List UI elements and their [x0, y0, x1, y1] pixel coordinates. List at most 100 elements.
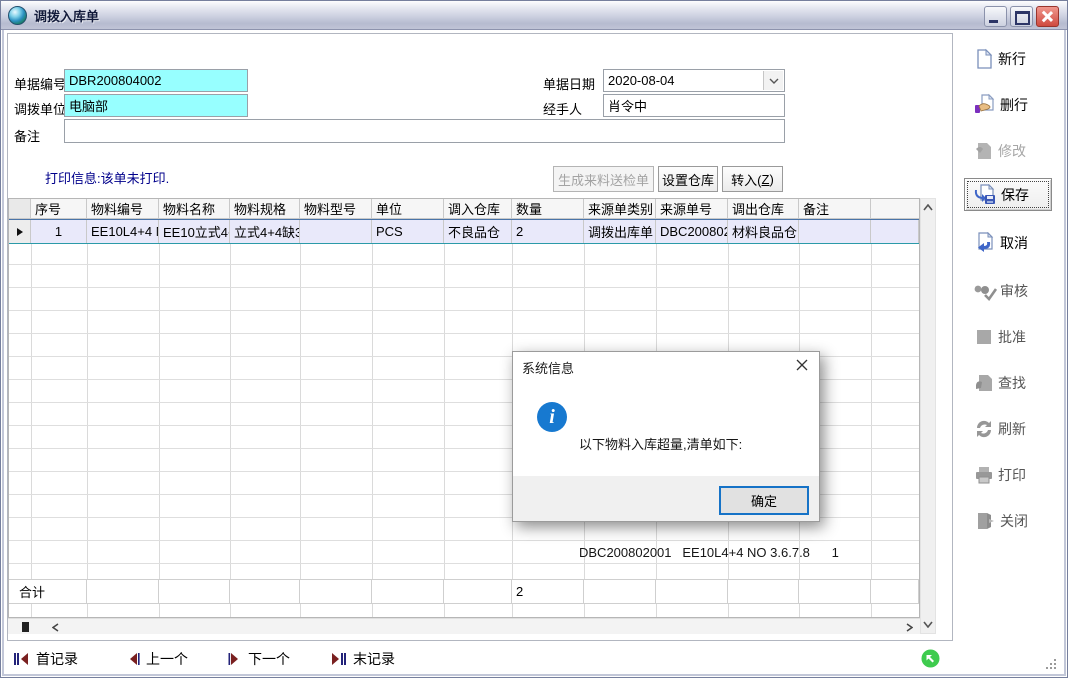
audit-icon	[973, 280, 997, 302]
title-bar[interactable]: 调拨入库单	[1, 1, 1067, 30]
current-row-arrow-icon	[17, 228, 23, 236]
col-header-source-no[interactable]: 来源单号	[656, 199, 728, 219]
toolbar-cancel-label: 取消	[1000, 233, 1028, 253]
doc-no-label: 单据编号	[14, 74, 66, 93]
grid-vertical-scrollbar[interactable]	[920, 198, 936, 634]
grid-selected-row[interactable]: 1 EE10L4+4 N EE10立式4+ 立式4+4缺3. PCS 不良品仓 …	[9, 219, 919, 244]
last-record-icon	[330, 652, 347, 666]
transfer-unit-field[interactable]: 电脑部	[64, 94, 248, 117]
handler-field[interactable]: 肖令中	[603, 94, 785, 117]
grid-header-row: 序号 物料编号 物料名称 物料规格 物料型号 单位 调入仓库 数量 来源单类别 …	[9, 199, 919, 219]
nav-first-label: 首记录	[36, 649, 78, 669]
cell-item-name: EE10立式4+	[159, 220, 230, 243]
toolbar-audit-button[interactable]: 审核	[964, 274, 1052, 308]
col-header-item-no[interactable]: 物料编号	[87, 199, 159, 219]
record-nav-bar: 首记录 上一个 下一个 末记录	[3, 645, 1065, 673]
minimize-icon	[989, 20, 998, 23]
col-header-seq[interactable]: 序号	[31, 199, 87, 219]
toolbar-delete-row-button[interactable]: 删行	[964, 88, 1052, 122]
scroll-up-icon[interactable]	[923, 204, 933, 211]
nav-last-record[interactable]: 末记录	[330, 649, 395, 669]
new-row-icon	[973, 48, 995, 70]
scroll-right-icon[interactable]	[906, 623, 913, 632]
toolbar-modify-label: 修改	[998, 141, 1026, 161]
toolbar-delete-row-label: 删行	[1000, 95, 1028, 115]
col-header-in-warehouse[interactable]: 调入仓库	[444, 199, 512, 219]
refresh-icon	[973, 418, 995, 440]
toolbar-approve-button[interactable]: 批准	[964, 320, 1052, 354]
nav-first-record[interactable]: 首记录	[13, 649, 78, 669]
col-header-remark[interactable]: 备注	[799, 199, 871, 219]
footer-qty-total: 2	[512, 580, 584, 603]
delete-row-icon	[973, 93, 997, 117]
transfer-in-button[interactable]: 转入(Z)	[722, 166, 783, 192]
cell-qty: 2	[512, 220, 584, 243]
print-info-text: 打印信息:该单未打印.	[45, 168, 169, 187]
cell-out-warehouse: 材料良品仓	[728, 220, 799, 243]
toolbar-modify-button: 修改	[964, 134, 1052, 168]
toolbar-close-button[interactable]: 关闭	[964, 504, 1052, 538]
col-header-model[interactable]: 物料型号	[300, 199, 372, 219]
nav-prev-label: 上一个	[146, 649, 188, 669]
toolbar-refresh-button[interactable]: 刷新	[964, 412, 1052, 446]
set-warehouse-button[interactable]: 设置仓库	[658, 166, 718, 192]
close-button[interactable]	[1036, 6, 1059, 27]
toolbar-find-label: 查找	[998, 373, 1026, 393]
scroll-down-icon[interactable]	[923, 621, 933, 628]
generate-inspection-button: 生成来料送检单	[553, 166, 654, 192]
toolbar-audit-label: 审核	[1000, 281, 1028, 301]
dialog-ok-button[interactable]: 确定	[719, 486, 809, 515]
nav-next-label: 下一个	[248, 649, 290, 669]
system-info-dialog: 系统信息 i 以下物料入库超量,清单如下: 单 号 物料编号 超出量 DBC20…	[512, 351, 820, 522]
col-header-spec[interactable]: 物料规格	[230, 199, 300, 219]
remark-label: 备注	[14, 126, 40, 145]
date-dropdown-button[interactable]	[763, 71, 783, 90]
toolbar-save-button[interactable]: 保存	[964, 178, 1052, 211]
row-indicator-cell	[9, 220, 31, 243]
nav-previous-record[interactable]: 上一个	[126, 649, 188, 669]
col-header-source-type[interactable]: 来源单类别	[584, 199, 656, 219]
col-header-qty[interactable]: 数量	[512, 199, 584, 219]
transfer-unit-label: 调拨单位	[14, 99, 66, 118]
col-header-filler	[871, 199, 919, 219]
app-window: 调拨入库单 单据编号 DBR200804002 调拨单位 电脑部 备注 单据日期…	[0, 0, 1068, 678]
date-field[interactable]: 2020-08-04	[603, 69, 785, 92]
remark-field[interactable]	[64, 119, 785, 143]
doc-no-field[interactable]: DBR200804002	[64, 69, 248, 92]
info-icon: i	[537, 402, 567, 432]
approve-icon	[973, 326, 995, 348]
cell-item-no: EE10L4+4 N	[87, 220, 159, 243]
toolbar-cancel-button[interactable]: 取消	[964, 226, 1052, 260]
scroll-left-icon[interactable]	[52, 623, 59, 632]
toolbar-new-row-label: 新行	[998, 49, 1026, 69]
col-header-item-name[interactable]: 物料名称	[159, 199, 230, 219]
first-record-icon	[13, 652, 30, 666]
col-header-unit[interactable]: 单位	[372, 199, 444, 219]
dialog-message-line3: DBC200802001 EE10L4+4 NO 3.6.7.8 1	[579, 544, 839, 562]
cell-remark	[799, 220, 871, 243]
date-label: 单据日期	[543, 74, 595, 93]
toolbar-approve-label: 批准	[998, 327, 1026, 347]
toolbar-close-label: 关闭	[1000, 511, 1028, 531]
maximize-button[interactable]	[1010, 6, 1033, 27]
nav-next-record[interactable]: 下一个	[228, 649, 290, 669]
dialog-title: 系统信息	[522, 358, 574, 377]
save-icon	[974, 184, 998, 206]
resize-grip[interactable]	[1045, 658, 1057, 670]
toolbar-print-button[interactable]: 打印	[964, 458, 1052, 492]
toolbar-find-button[interactable]: 查找	[964, 366, 1052, 400]
date-value: 2020-08-04	[608, 73, 675, 88]
dialog-close-button[interactable]	[793, 356, 811, 374]
footer-total-label: 合计	[9, 580, 87, 603]
transfer-in-label: 转入(	[731, 170, 761, 189]
print-icon	[973, 464, 995, 486]
dialog-footer: 确定	[513, 476, 819, 521]
grid-horizontal-scrollbar[interactable]	[8, 618, 920, 634]
toolbar-new-row-button[interactable]: 新行	[964, 42, 1052, 76]
cancel-icon	[973, 232, 997, 254]
hscroll-thumb[interactable]	[22, 622, 29, 632]
minimize-button[interactable]	[984, 6, 1007, 27]
col-header-out-warehouse[interactable]: 调出仓库	[728, 199, 799, 219]
previous-record-icon	[126, 652, 140, 666]
grid-indicator-header	[9, 199, 31, 219]
